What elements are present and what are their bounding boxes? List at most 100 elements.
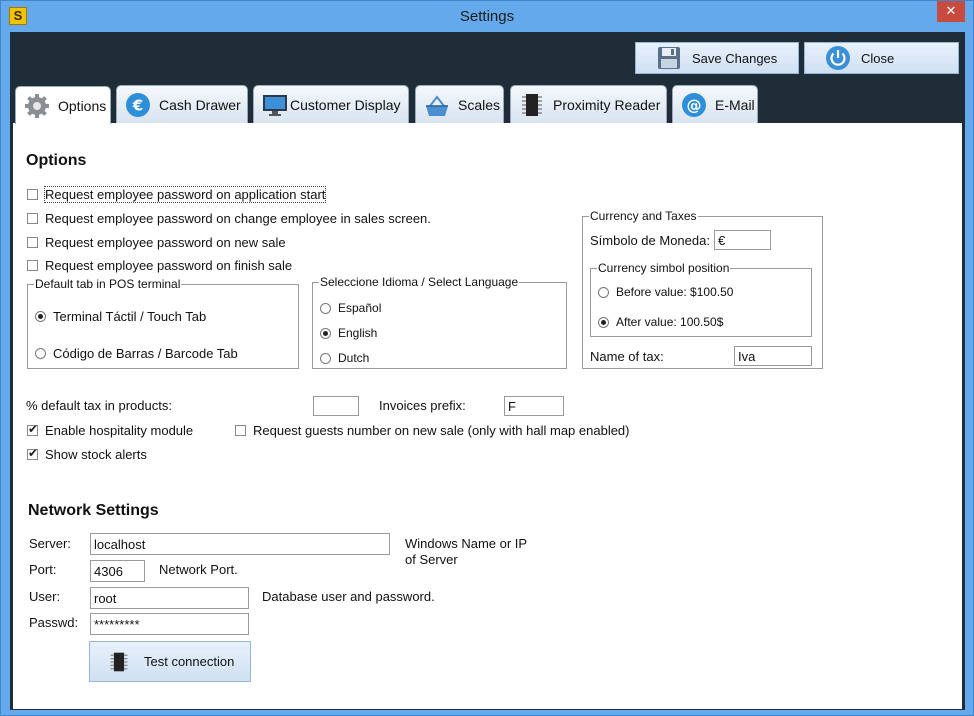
power-icon xyxy=(826,46,850,70)
tab-cash-drawer[interactable]: € Cash Drawer xyxy=(116,85,248,123)
invoices-prefix-input[interactable] xyxy=(504,396,564,416)
invoices-prefix-label: Invoices prefix: xyxy=(379,398,466,413)
svg-text:€: € xyxy=(132,96,143,114)
radio-touch-tab-label: Terminal Táctil / Touch Tab xyxy=(53,309,207,324)
server-hint: Windows Name or IP of Server xyxy=(405,536,527,567)
radio-dutch-label: Dutch xyxy=(338,351,370,365)
client-area: Save Changes Close Options € Cash Drawer… xyxy=(10,32,965,710)
radio-touch-tab[interactable]: Terminal Táctil / Touch Tab xyxy=(35,309,206,324)
radio-english-dot[interactable] xyxy=(320,327,331,339)
tax-name-input[interactable] xyxy=(734,346,812,366)
port-hint: Network Port. xyxy=(159,562,238,577)
radio-dutch-dot[interactable] xyxy=(320,352,331,364)
port-input[interactable] xyxy=(90,560,145,582)
radio-before-value-label: Before value: $100.50 xyxy=(616,285,734,299)
passwd-input[interactable] xyxy=(90,613,249,635)
test-connection-label: Test connection xyxy=(144,654,235,669)
tab-email[interactable]: @ E-Mail xyxy=(672,85,758,123)
network-heading: Network Settings xyxy=(28,502,159,519)
options-heading: Options xyxy=(26,152,87,169)
euro-icon: € xyxy=(126,92,150,117)
at-icon: @ xyxy=(682,92,706,117)
save-changes-label: Save Changes xyxy=(692,50,778,66)
radio-english-label: English xyxy=(338,326,378,340)
radio-after-value-dot[interactable] xyxy=(598,316,609,328)
tab-customer-display-label: Customer Display xyxy=(290,96,401,113)
tab-options-label: Options xyxy=(58,97,107,114)
radio-before-value-dot[interactable] xyxy=(598,286,609,298)
window-title: Settings xyxy=(459,8,515,25)
chip-icon xyxy=(522,93,542,116)
check-hospitality-label: Enable hospitality module xyxy=(45,423,194,438)
check-password-new-sale[interactable]: Request employee password on new sale xyxy=(27,235,286,250)
user-input[interactable] xyxy=(90,587,249,609)
tab-scales[interactable]: Scales xyxy=(415,85,504,123)
default-tab-group: Default tab in POS terminal Terminal Tác… xyxy=(27,277,299,369)
currency-symbol-label: Símbolo de Moneda: xyxy=(590,233,710,248)
radio-barcode-tab-label: Código de Barras / Barcode Tab xyxy=(53,346,238,361)
checkbox-password-finish-sale[interactable] xyxy=(27,260,38,271)
default-tab-legend: Default tab in POS terminal xyxy=(35,277,181,291)
checkbox-hospitality[interactable] xyxy=(27,422,38,436)
check-password-app-start-label: Request employee password on application… xyxy=(43,186,327,203)
chip-icon xyxy=(110,652,128,671)
server-input[interactable] xyxy=(90,533,390,555)
radio-espanol-label: Español xyxy=(338,301,382,315)
radio-barcode-tab[interactable]: Código de Barras / Barcode Tab xyxy=(35,346,238,361)
radio-english[interactable]: English xyxy=(320,326,377,340)
title-bar[interactable]: S Settings ✕ xyxy=(1,1,973,32)
close-label: Close xyxy=(861,50,895,66)
passwd-label: Passwd: xyxy=(29,615,79,630)
close-button[interactable]: Close xyxy=(804,42,959,74)
radio-espanol-dot[interactable] xyxy=(320,302,331,314)
check-guests-number[interactable]: Request guests number on new sale (only … xyxy=(235,423,630,438)
check-stock-alerts-label: Show stock alerts xyxy=(45,447,147,462)
radio-espanol[interactable]: Español xyxy=(320,301,381,315)
currency-position-legend: Currency simbol position xyxy=(598,261,730,275)
currency-symbol-input[interactable] xyxy=(714,230,771,250)
radio-barcode-tab-dot[interactable] xyxy=(35,348,46,359)
tax-name-label: Name of tax: xyxy=(590,349,664,364)
default-tax-input[interactable] xyxy=(313,396,359,416)
check-stock-alerts[interactable]: Show stock alerts xyxy=(27,446,147,462)
check-password-finish-sale[interactable]: Request employee password on finish sale xyxy=(27,258,292,273)
scale-icon xyxy=(426,94,448,116)
tab-proximity-reader-label: Proximity Reader xyxy=(553,96,661,113)
radio-after-value[interactable]: After value: 100.50$ xyxy=(598,315,723,329)
tab-email-label: E-Mail xyxy=(715,96,755,113)
check-guests-number-label: Request guests number on new sale (only … xyxy=(253,423,630,438)
check-password-change-employee[interactable]: Request employee password on change empl… xyxy=(27,211,431,226)
checkbox-guests-number[interactable] xyxy=(235,425,246,436)
settings-window: S Settings ✕ Save Changes Close Options … xyxy=(0,0,974,716)
check-hospitality[interactable]: Enable hospitality module xyxy=(27,422,194,438)
radio-dutch[interactable]: Dutch xyxy=(320,351,369,365)
test-connection-button[interactable]: Test connection xyxy=(89,641,251,682)
language-group: Seleccione Idioma / Select Language Espa… xyxy=(312,275,567,369)
tab-cash-drawer-label: Cash Drawer xyxy=(159,96,241,113)
check-password-change-employee-label: Request employee password on change empl… xyxy=(45,211,431,226)
checkbox-password-app-start[interactable] xyxy=(27,189,38,200)
tab-customer-display[interactable]: Customer Display xyxy=(253,85,409,123)
checkbox-password-new-sale[interactable] xyxy=(27,237,38,248)
gear-icon xyxy=(25,93,49,118)
check-password-finish-sale-label: Request employee password on finish sale xyxy=(45,258,293,273)
window-close-button[interactable]: ✕ xyxy=(937,1,965,22)
radio-touch-tab-dot[interactable] xyxy=(35,311,46,322)
radio-before-value[interactable]: Before value: $100.50 xyxy=(598,285,733,299)
checkbox-password-change-employee[interactable] xyxy=(27,213,38,224)
language-legend: Seleccione Idioma / Select Language xyxy=(320,275,519,289)
checkbox-stock-alerts[interactable] xyxy=(27,446,38,460)
server-label: Server: xyxy=(29,536,71,551)
options-panel: Options Request employee password on app… xyxy=(13,123,962,709)
monitor-icon xyxy=(263,94,287,116)
tab-options[interactable]: Options xyxy=(15,86,111,124)
default-tax-label: % default tax in products: xyxy=(26,398,172,413)
save-changes-button[interactable]: Save Changes xyxy=(635,42,799,74)
check-password-app-start[interactable]: Request employee password on application… xyxy=(27,186,327,203)
check-password-new-sale-label: Request employee password on new sale xyxy=(45,235,286,250)
currency-taxes-legend: Currency and Taxes xyxy=(590,209,697,223)
port-label: Port: xyxy=(29,562,57,577)
tab-proximity-reader[interactable]: Proximity Reader xyxy=(510,85,667,123)
currency-position-group: Currency simbol position Before value: $… xyxy=(590,261,812,337)
tab-scales-label: Scales xyxy=(458,96,501,113)
